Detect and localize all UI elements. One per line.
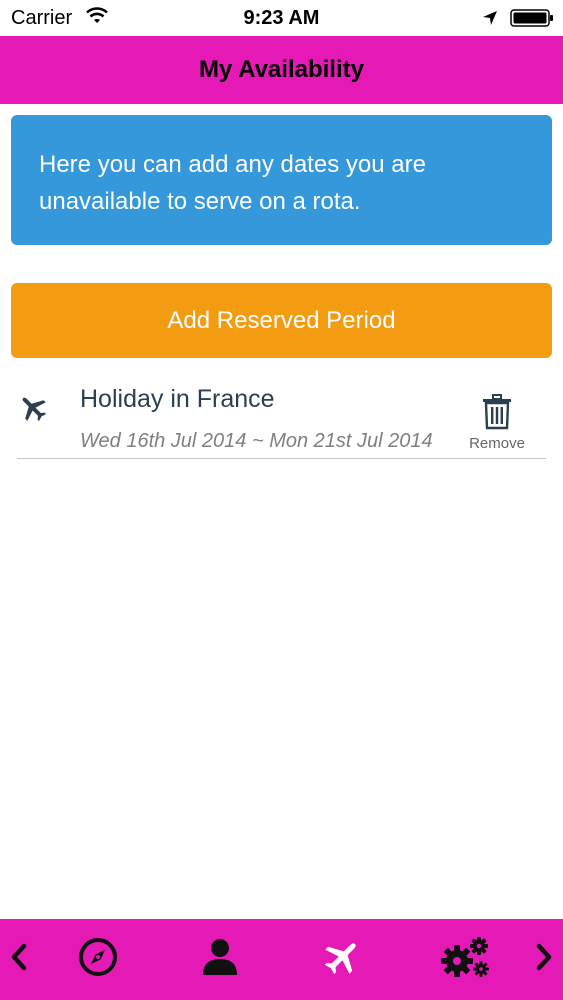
bottom-tab-bar — [0, 919, 563, 1000]
person-icon — [200, 937, 240, 982]
airplane-icon — [321, 936, 363, 983]
tab-settings[interactable] — [436, 919, 496, 1000]
tab-explore[interactable] — [70, 919, 126, 1000]
period-dates: Wed 16th Jul 2014 ~ Mon 21st Jul 2014 — [80, 430, 433, 452]
remove-label: Remove — [469, 435, 525, 452]
add-reserved-period-button[interactable]: Add Reserved Period — [11, 283, 552, 358]
remove-button[interactable]: Remove — [457, 392, 537, 454]
compass-icon — [78, 937, 118, 982]
trash-icon — [482, 394, 512, 435]
page-title: My Availability — [199, 56, 364, 83]
previous-button[interactable] — [2, 919, 36, 1000]
clock-time: 9:23 AM — [243, 7, 320, 29]
status-bar: Carrier 9:23 AM — [0, 0, 563, 36]
list-item[interactable]: Holiday in France Wed 16th Jul 2014 ~ Mo… — [17, 372, 546, 459]
gears-icon — [440, 935, 492, 984]
location-arrow-icon — [482, 9, 498, 32]
period-title: Holiday in France — [80, 385, 275, 413]
chevron-right-icon — [534, 943, 554, 976]
tab-availability[interactable] — [314, 919, 370, 1000]
info-message: Here you can add any dates you are unava… — [11, 115, 552, 245]
airplane-icon — [17, 392, 49, 429]
navigation-bar: My Availability — [0, 36, 563, 104]
screen: Carrier 9:23 AM My Availability Here you… — [0, 0, 563, 1000]
tab-profile[interactable] — [192, 919, 248, 1000]
info-text: Here you can add any dates you are unava… — [39, 151, 426, 215]
chevron-left-icon — [9, 943, 29, 976]
battery-icon — [510, 9, 554, 33]
next-button[interactable] — [527, 919, 561, 1000]
